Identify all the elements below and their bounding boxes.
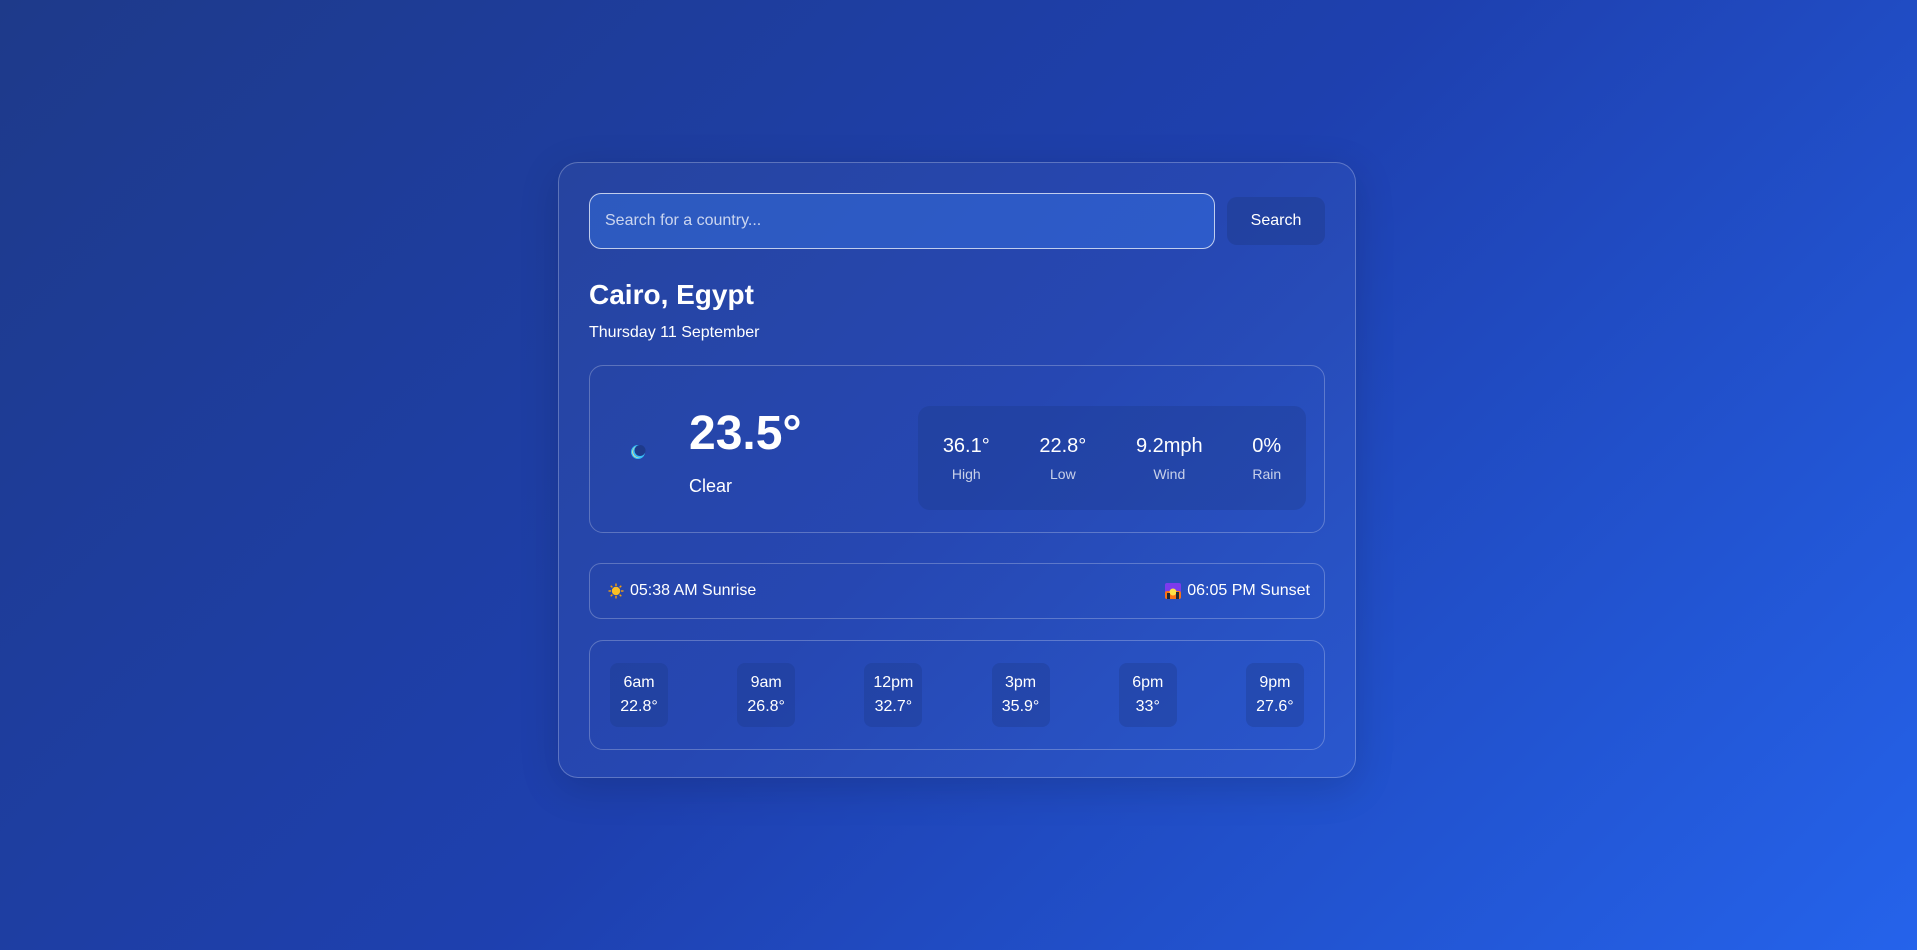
weather-condition: Clear bbox=[689, 476, 733, 496]
sun-times-panel: 05:38 AM Sunrise 06:05 PM Sunset bbox=[589, 563, 1325, 619]
stat-label: Wind bbox=[1153, 466, 1186, 482]
stat-low: 22.8° Low bbox=[1033, 434, 1092, 482]
sunrise-info: 05:38 AM Sunrise bbox=[608, 582, 756, 600]
hour-time: 6pm bbox=[1132, 674, 1164, 691]
moon-icon bbox=[630, 444, 646, 460]
search-input[interactable] bbox=[589, 193, 1215, 249]
hour-temp: 26.8° bbox=[747, 698, 785, 715]
sunset-time: 06:05 PM Sunset bbox=[1187, 582, 1310, 599]
hour-temp: 32.7° bbox=[874, 698, 913, 715]
hour-temp: 27.6° bbox=[1256, 698, 1294, 715]
stat-label: Low bbox=[1050, 466, 1076, 482]
current-date: Thursday 11 September bbox=[589, 324, 760, 341]
stat-value: 9.2mph bbox=[1135, 435, 1203, 457]
current-weather-panel: 23.5° Clear 36.1° High 22.8° Low 9.2mph … bbox=[589, 365, 1325, 533]
hourly-forecast: 6am 22.8° 9am 26.8° 12pm 32.7° 3pm 35.9°… bbox=[589, 640, 1325, 750]
hour-temp: 35.9° bbox=[1001, 698, 1040, 715]
hour-time: 12pm bbox=[873, 674, 914, 691]
stat-value: 36.1° bbox=[942, 435, 990, 457]
search-button[interactable]: Search bbox=[1227, 197, 1325, 245]
weather-stats: 36.1° High 22.8° Low 9.2mph Wind 0% Rain bbox=[918, 406, 1306, 510]
weather-card: Search Cairo, Egypt Thursday 11 Septembe… bbox=[558, 162, 1356, 778]
stat-rain: 0% Rain bbox=[1246, 434, 1287, 482]
stat-label: Rain bbox=[1252, 466, 1282, 482]
stat-wind: 9.2mph Wind bbox=[1130, 434, 1209, 482]
current-temperature: 23.5° bbox=[689, 407, 802, 460]
hour-time: 6am bbox=[623, 674, 655, 691]
hourly-item: 6am 22.8° bbox=[610, 663, 668, 727]
location-title: Cairo, Egypt bbox=[589, 279, 754, 310]
sunset-info: 06:05 PM Sunset bbox=[1165, 582, 1310, 600]
hour-time: 3pm bbox=[1005, 674, 1037, 691]
search-row: Search bbox=[589, 193, 1325, 249]
hourly-item: 6pm 33° bbox=[1118, 663, 1177, 727]
stat-value: 0% bbox=[1252, 435, 1282, 457]
sunset-icon bbox=[1165, 583, 1182, 599]
hourly-item: 9am 26.8° bbox=[737, 663, 796, 727]
stat-label: High bbox=[951, 466, 981, 482]
hour-time: 9am bbox=[750, 674, 782, 691]
stat-high: 36.1° High bbox=[937, 434, 996, 482]
hour-temp: 33° bbox=[1135, 698, 1160, 715]
hourly-item: 3pm 35.9° bbox=[991, 663, 1050, 727]
stat-value: 22.8° bbox=[1039, 435, 1087, 457]
sunrise-time: 05:38 AM Sunrise bbox=[630, 582, 757, 599]
hour-temp: 22.8° bbox=[620, 698, 658, 715]
hourly-item: 9pm 27.6° bbox=[1245, 663, 1304, 727]
sun-icon bbox=[608, 583, 624, 599]
hourly-item: 12pm 32.7° bbox=[864, 663, 923, 727]
hour-time: 9pm bbox=[1259, 674, 1291, 691]
